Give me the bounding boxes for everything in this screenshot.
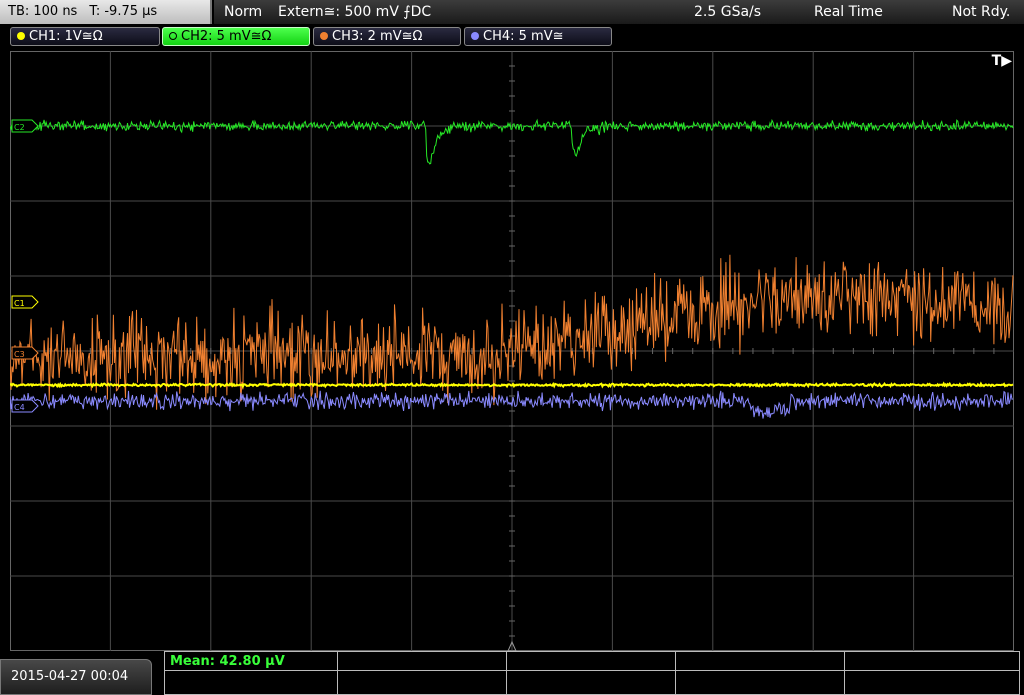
channel-4-label: CH4: 5 mV≅ xyxy=(483,29,564,44)
bottom-bar: 2015-04-27 00:04 Mean: 42.80 µV xyxy=(0,651,1024,695)
trigger-mode-label: Norm xyxy=(224,4,263,20)
measurement-cell[interactable] xyxy=(337,651,507,671)
channel-1-dot-icon xyxy=(17,32,25,40)
sample-rate-label: 2.5 GSa/s xyxy=(694,4,762,20)
channel-2-button[interactable]: CH2: 5 mV≅Ω xyxy=(162,27,310,46)
trigger-position-icon: T▶ xyxy=(991,53,1012,69)
channel-1-label: CH1: 1V≅Ω xyxy=(29,29,103,44)
measurement-cell[interactable] xyxy=(844,651,1020,671)
marker-label: C3 xyxy=(14,350,25,359)
marker-label: C2 xyxy=(14,123,25,132)
channel-1-marker: C1 xyxy=(11,295,39,309)
measurement-cell[interactable] xyxy=(675,651,845,671)
marker-label: C4 xyxy=(14,403,25,412)
channel-3-label: CH3: 2 mV≅Ω xyxy=(332,29,423,44)
channel-tabs: CH1: 1V≅Ω CH2: 5 mV≅Ω CH3: 2 mV≅Ω CH4: 5… xyxy=(0,27,1024,47)
channel-4-dot-icon xyxy=(471,32,479,40)
measurement-panel[interactable]: Mean: 42.80 µV xyxy=(164,651,1020,695)
channel-4-marker: C4 xyxy=(11,399,39,413)
top-status-bar: TB: 100 ns T: -9.75 µs Norm Extern≅: 500 … xyxy=(0,0,1024,24)
acquisition-bar[interactable]: Norm Extern≅: 500 mV ⨍DC 2.5 GSa/s Real … xyxy=(214,0,1024,24)
measurement-cell[interactable] xyxy=(844,670,1020,695)
timebase-label: TB: 100 ns xyxy=(8,4,78,19)
channel-2-label: CH2: 5 mV≅Ω xyxy=(181,29,272,44)
mean-measurement[interactable]: Mean: 42.80 µV xyxy=(164,651,338,671)
acquisition-mode-label: Real Time xyxy=(814,4,883,20)
date-time-box: 2015-04-27 00:04 xyxy=(0,659,152,695)
marker-label: C1 xyxy=(14,299,25,308)
measurement-cell[interactable] xyxy=(675,670,845,695)
channel-4-button[interactable]: CH4: 5 mV≅ xyxy=(464,27,612,46)
trigger-source-label: Extern≅: 500 mV ⨍DC xyxy=(278,4,432,20)
measurement-cell[interactable] xyxy=(164,670,338,695)
channel-1-button[interactable]: CH1: 1V≅Ω xyxy=(10,27,160,46)
timebase-box[interactable]: TB: 100 ns T: -9.75 µs xyxy=(0,0,212,24)
measurement-cell[interactable] xyxy=(506,651,676,671)
measurement-cell[interactable] xyxy=(337,670,507,695)
waveform-display[interactable]: C1 C2 C3 C4 xyxy=(10,51,1014,651)
channel-2-marker: C2 xyxy=(11,119,39,133)
channel-3-dot-icon xyxy=(320,32,328,40)
time-offset-label: T: -9.75 µs xyxy=(89,4,158,19)
measurement-cell[interactable] xyxy=(506,670,676,695)
channel-3-button[interactable]: CH3: 2 mV≅Ω xyxy=(313,27,461,46)
channel-2-dot-icon xyxy=(169,32,177,40)
status-label: Not Rdy. xyxy=(952,4,1011,20)
channel-3-marker: C3 xyxy=(11,346,39,360)
